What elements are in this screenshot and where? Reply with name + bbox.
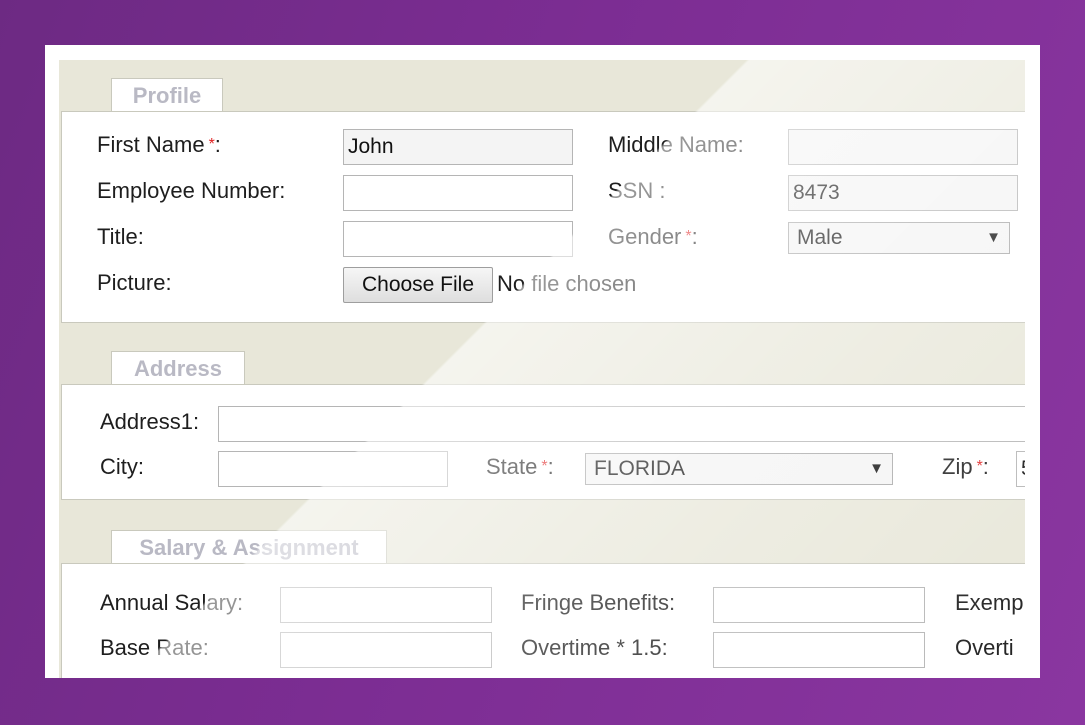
ssn-field[interactable]: 8473	[788, 175, 1018, 211]
zip-field[interactable]: 5	[1016, 451, 1025, 487]
ssn-label: SSN :	[608, 178, 666, 203]
state-select[interactable]: FLORIDA ▼	[585, 453, 893, 485]
state-value: FLORIDA	[594, 457, 686, 480]
middle-name-field[interactable]	[788, 129, 1018, 165]
first-name-label: First Name *:	[97, 132, 221, 157]
title-label: Title:	[97, 224, 144, 249]
tab-salary-assignment[interactable]: Salary & Assignment	[111, 530, 387, 564]
employee-number-field[interactable]	[343, 175, 573, 211]
base-rate-field[interactable]	[280, 632, 492, 668]
fringe-benefits-field[interactable]	[713, 587, 925, 623]
gender-value: Male	[797, 226, 843, 249]
address1-label: Address1:	[100, 409, 200, 434]
address-section: Address1: City: State *: FLORIDA ▼ Zip *: …	[61, 384, 1025, 500]
state-label: State *:	[486, 454, 554, 479]
address1-field[interactable]	[218, 406, 1025, 442]
overtime-secondary-label: Overti	[955, 635, 1014, 660]
zip-label: Zip *:	[942, 454, 989, 479]
overtime-label: Overtime * 1.5:	[521, 635, 668, 660]
exempt-label: Exemp	[955, 590, 1024, 615]
city-label: City:	[100, 454, 144, 479]
annual-salary-field[interactable]	[280, 587, 492, 623]
picture-label: Picture:	[97, 270, 172, 295]
fringe-benefits-label: Fringe Benefits:	[521, 590, 676, 615]
middle-name-label: Middle Name:	[608, 132, 744, 157]
city-field[interactable]	[218, 451, 448, 487]
title-field[interactable]	[343, 221, 573, 257]
annual-salary-label: Annual Salary:	[100, 590, 244, 615]
base-rate-label: Base Rate:	[100, 635, 209, 660]
form-window: Profile First Name *: John Middle Name: E…	[45, 45, 1040, 678]
choose-file-button[interactable]: Choose File	[343, 267, 493, 303]
profile-section: First Name *: John Middle Name: Employee …	[61, 111, 1025, 323]
employee-number-label: Employee Number:	[97, 178, 286, 203]
tab-profile[interactable]: Profile	[111, 78, 223, 112]
chevron-down-icon: ▼	[869, 460, 884, 477]
employee-form: Profile First Name *: John Middle Name: E…	[59, 60, 1025, 678]
chevron-down-icon: ▼	[986, 229, 1001, 246]
gender-label: Gender *:	[608, 224, 698, 249]
gender-select[interactable]: Male ▼	[788, 222, 1010, 254]
tab-address[interactable]: Address	[111, 351, 245, 385]
first-name-field[interactable]: John	[343, 129, 573, 165]
no-file-text: No file chosen	[497, 271, 637, 296]
overtime-field[interactable]	[713, 632, 925, 668]
salary-section: Annual Salary: Fringe Benefits: Exemp Ba…	[61, 563, 1025, 678]
